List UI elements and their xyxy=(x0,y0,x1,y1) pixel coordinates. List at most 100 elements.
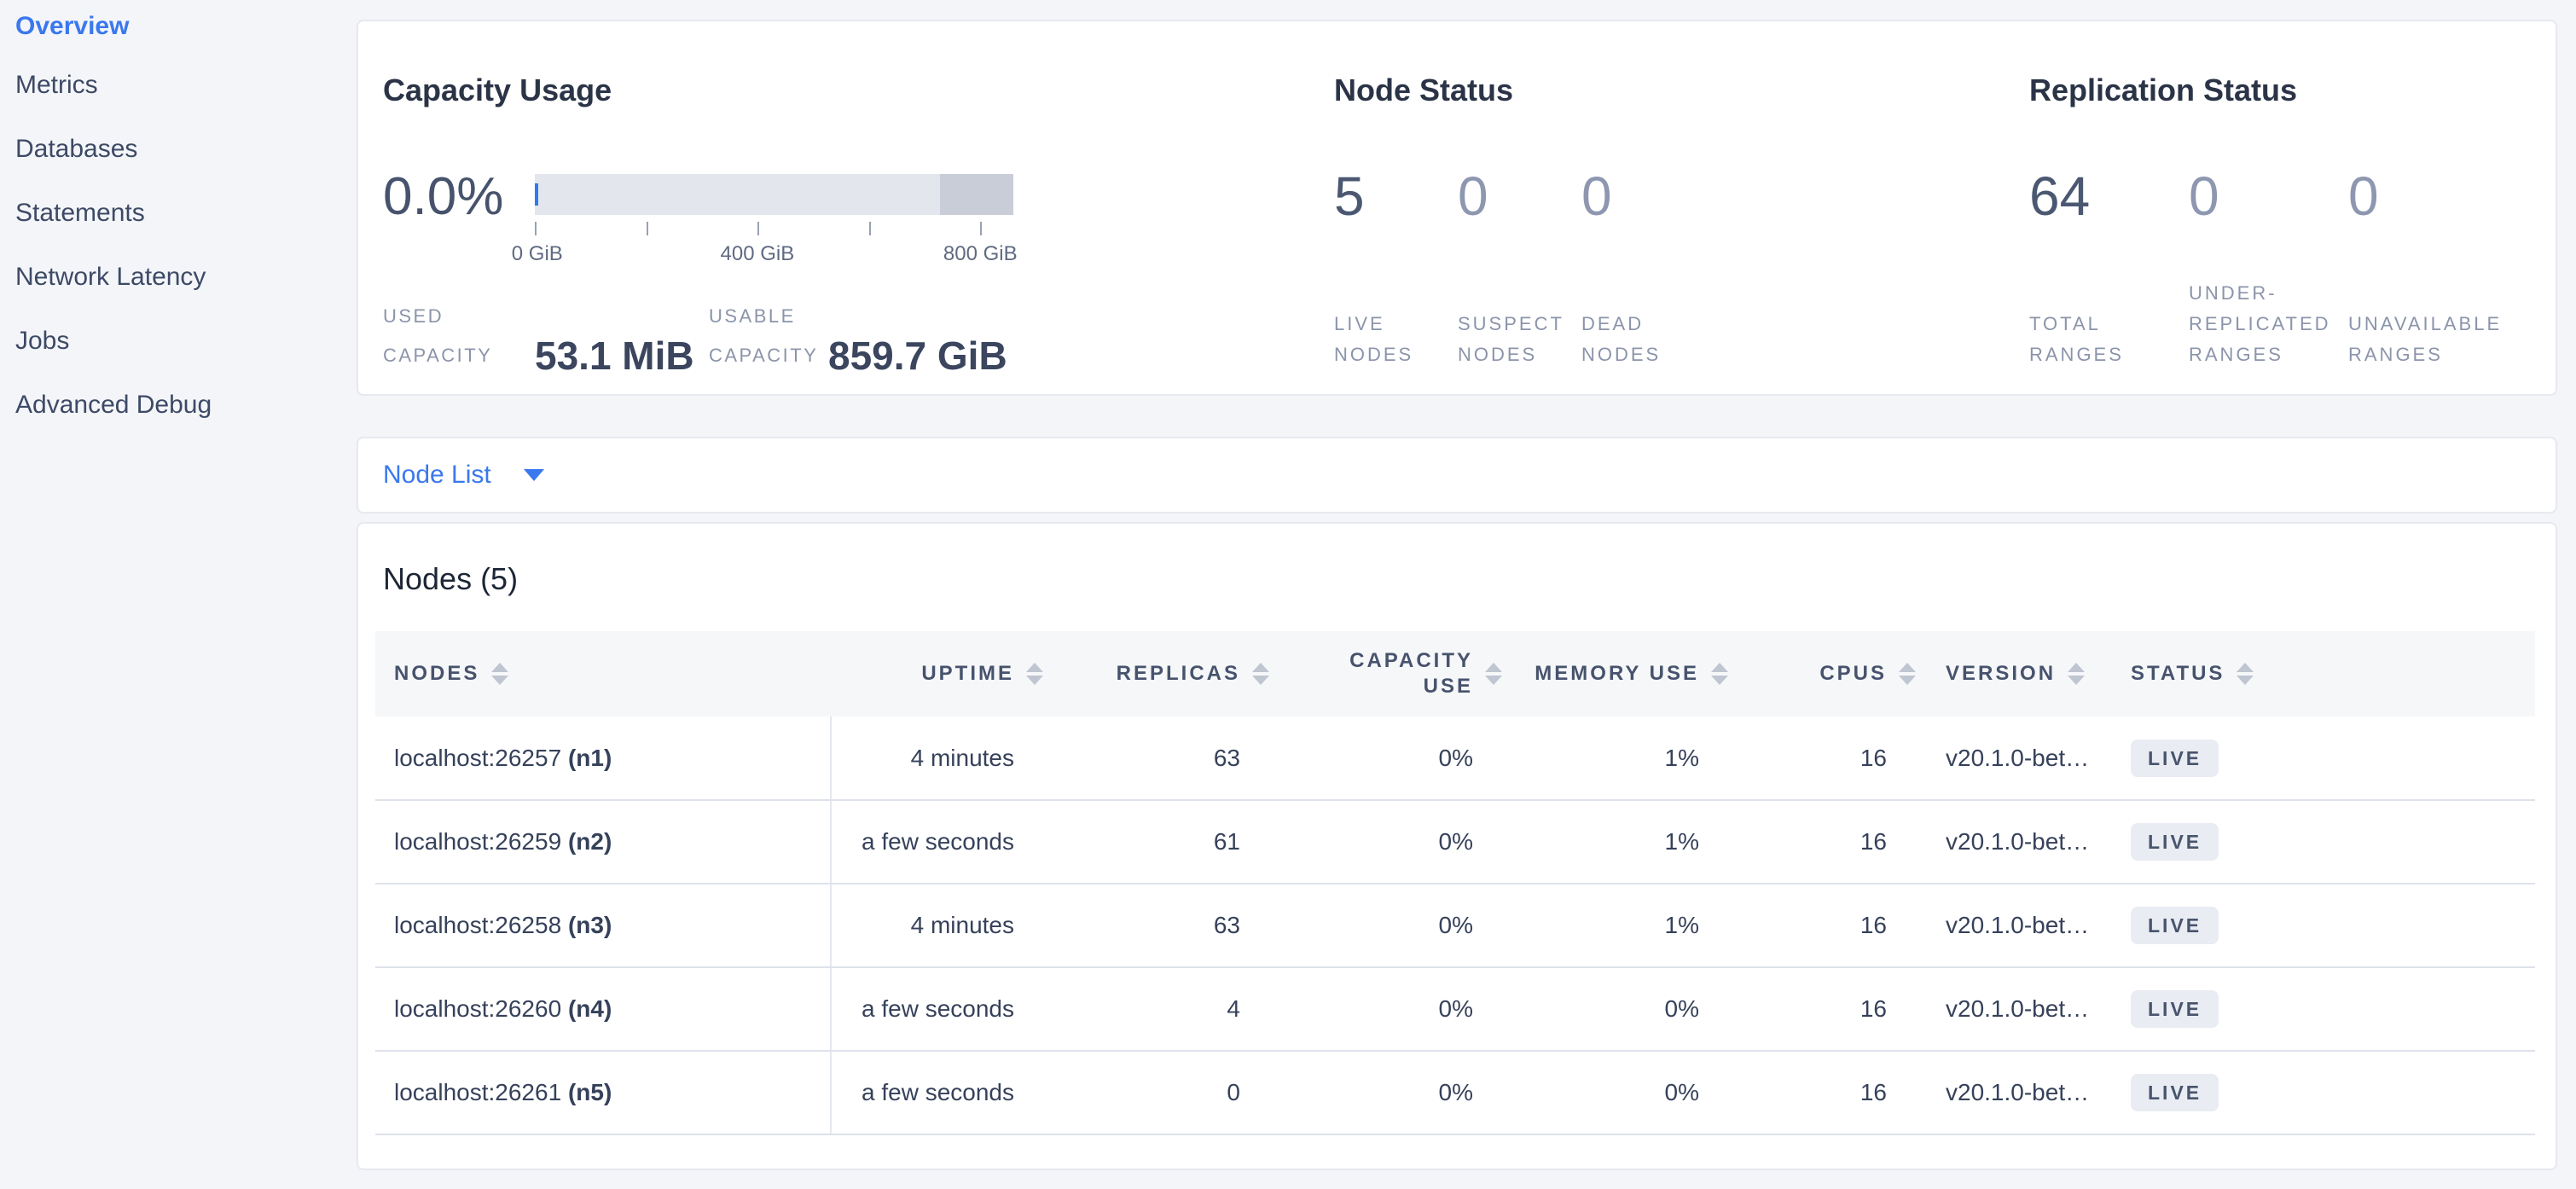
column-header-replicas[interactable]: REPLICAS xyxy=(1053,631,1279,716)
status-cell: LIVE xyxy=(2117,716,2535,800)
main-content: Capacity Usage 0.0% 0 GiB 400 GiB xyxy=(357,0,2557,1189)
replicas-cell: 0 xyxy=(1053,1051,1279,1134)
cpus-cell: 16 xyxy=(1738,967,1925,1051)
nodes-table: NODES UPTIME REPLICAS xyxy=(375,631,2535,1135)
table-header-row: NODES UPTIME REPLICAS xyxy=(375,631,2535,716)
replicas-cell: 4 xyxy=(1053,967,1279,1051)
suspect-nodes-count: 0 xyxy=(1458,163,1581,229)
capacity-use-cell: 0% xyxy=(1279,1051,1511,1134)
memory-use-cell: 1% xyxy=(1511,800,1738,884)
node-address[interactable]: localhost:26258 (n3) xyxy=(375,884,831,967)
axis-label: 0 GiB xyxy=(512,242,563,266)
capacity-usage-title: Capacity Usage xyxy=(383,72,612,108)
usable-capacity-value: 859.7 GiB xyxy=(828,334,1007,378)
dead-nodes-count: 0 xyxy=(1581,163,1705,229)
status-cell: LIVE xyxy=(2117,967,2535,1051)
node-status-section: Node Status 5 0 0 LIVE NODES SUSPECT NOD… xyxy=(1334,21,2008,394)
capacity-bar-used-segment xyxy=(535,183,538,206)
capacity-use-cell: 0% xyxy=(1279,800,1511,884)
sort-icon xyxy=(1026,663,1043,685)
table-row: localhost:26257 (n1) 4 minutes 63 0% 1% … xyxy=(375,716,2535,800)
uptime-cell: 4 minutes xyxy=(831,716,1053,800)
suspect-nodes-label: SUSPECT NODES xyxy=(1458,309,1581,370)
column-header-nodes[interactable]: NODES xyxy=(375,631,831,716)
status-cell: LIVE xyxy=(2117,884,2535,967)
table-row: localhost:26260 (n4) a few seconds 4 0% … xyxy=(375,967,2535,1051)
replication-status-section: Replication Status 64 0 0 TOTAL RANGES U… xyxy=(2029,21,2532,394)
cpus-cell: 16 xyxy=(1738,1051,1925,1134)
replication-values: 64 0 0 xyxy=(2029,163,2508,229)
status-badge: LIVE xyxy=(2131,1074,2219,1111)
capacity-bar xyxy=(535,174,1013,215)
sidebar-item-statements[interactable]: Statements xyxy=(0,181,341,245)
axis-tick xyxy=(535,222,537,235)
memory-use-cell: 0% xyxy=(1511,967,1738,1051)
capacity-bar-other-segment xyxy=(940,174,1013,215)
node-list-dropdown[interactable]: Node List xyxy=(383,438,544,512)
capacity-usage-section: Capacity Usage 0.0% 0 GiB 400 GiB xyxy=(383,21,1321,394)
uptime-cell: a few seconds xyxy=(831,800,1053,884)
column-header-version[interactable]: VERSION xyxy=(1925,631,2117,716)
status-badge: LIVE xyxy=(2131,907,2219,944)
sort-icon xyxy=(1899,663,1916,685)
axis-label: 400 GiB xyxy=(721,242,795,266)
status-cell: LIVE xyxy=(2117,800,2535,884)
node-list-dropdown-label: Node List xyxy=(383,461,491,490)
sort-icon xyxy=(491,663,508,685)
version-cell: v20.1.0-bet… xyxy=(1925,967,2117,1051)
sidebar-item-metrics[interactable]: Metrics xyxy=(0,53,341,117)
status-badge: LIVE xyxy=(2131,740,2219,777)
sidebar-item-advanced-debug[interactable]: Advanced Debug xyxy=(0,373,341,437)
used-capacity-label: USED CAPACITY xyxy=(383,297,535,375)
cpus-cell: 16 xyxy=(1738,716,1925,800)
memory-use-cell: 1% xyxy=(1511,884,1738,967)
replicas-cell: 63 xyxy=(1053,716,1279,800)
table-row: localhost:26259 (n2) a few seconds 61 0%… xyxy=(375,800,2535,884)
nodes-card: Nodes (5) NODES xyxy=(357,522,2557,1170)
sort-icon xyxy=(1711,663,1728,685)
dead-nodes-label: DEAD NODES xyxy=(1581,309,1705,370)
memory-use-cell: 1% xyxy=(1511,716,1738,800)
sort-icon xyxy=(2237,663,2254,685)
column-header-capacity-use[interactable]: CAPACITYUSE xyxy=(1279,631,1511,716)
node-status-values: 5 0 0 xyxy=(1334,163,1705,229)
live-nodes-label: LIVE NODES xyxy=(1334,309,1458,370)
cockroachdb-console: Overview Metrics Databases Statements Ne… xyxy=(0,0,2576,1189)
version-cell: v20.1.0-bet… xyxy=(1925,1051,2117,1134)
uptime-cell: a few seconds xyxy=(831,1051,1053,1134)
node-address[interactable]: localhost:26259 (n2) xyxy=(375,800,831,884)
capacity-axis: 0 GiB 400 GiB 800 GiB xyxy=(535,215,1013,276)
column-header-memory-use[interactable]: MEMORY USE xyxy=(1511,631,1738,716)
node-address[interactable]: localhost:26257 (n1) xyxy=(375,716,831,800)
capacity-stats: USED CAPACITY 53.1 MiB USABLE CAPACITY 8… xyxy=(383,297,1007,375)
version-cell: v20.1.0-bet… xyxy=(1925,800,2117,884)
column-header-cpus[interactable]: CPUS xyxy=(1738,631,1925,716)
sort-icon xyxy=(2068,663,2085,685)
node-address[interactable]: localhost:26261 (n5) xyxy=(375,1051,831,1134)
capacity-used-percent: 0.0% xyxy=(383,165,503,229)
sidebar: Overview Metrics Databases Statements Ne… xyxy=(0,0,341,1189)
status-cell: LIVE xyxy=(2117,1051,2535,1134)
node-status-labels: LIVE NODES SUSPECT NODES DEAD NODES xyxy=(1334,309,1705,370)
axis-tick xyxy=(869,222,871,235)
sidebar-item-overview[interactable]: Overview xyxy=(0,0,341,53)
cpus-cell: 16 xyxy=(1738,884,1925,967)
capacity-use-cell: 0% xyxy=(1279,967,1511,1051)
capacity-use-cell: 0% xyxy=(1279,884,1511,967)
sidebar-item-jobs[interactable]: Jobs xyxy=(0,309,341,373)
node-list-card: Node List xyxy=(357,437,2557,513)
sidebar-item-databases[interactable]: Databases xyxy=(0,117,341,181)
axis-tick xyxy=(980,222,982,235)
unavailable-ranges-count: 0 xyxy=(2348,163,2508,229)
cpus-cell: 16 xyxy=(1738,800,1925,884)
nodes-heading: Nodes (5) xyxy=(383,561,518,597)
replicas-cell: 61 xyxy=(1053,800,1279,884)
sort-icon xyxy=(1485,663,1502,685)
column-header-uptime[interactable]: UPTIME xyxy=(831,631,1053,716)
column-header-status[interactable]: STATUS xyxy=(2117,631,2535,716)
uptime-cell: a few seconds xyxy=(831,967,1053,1051)
memory-use-cell: 0% xyxy=(1511,1051,1738,1134)
sort-icon xyxy=(1252,663,1269,685)
sidebar-item-network-latency[interactable]: Network Latency xyxy=(0,245,341,309)
node-address[interactable]: localhost:26260 (n4) xyxy=(375,967,831,1051)
